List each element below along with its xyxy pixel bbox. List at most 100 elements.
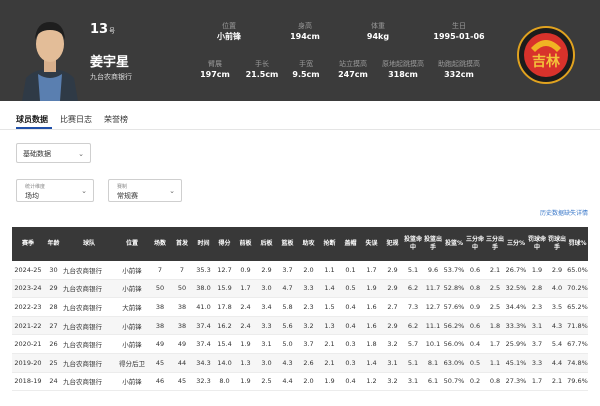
column-header[interactable]: 罚球% — [567, 227, 588, 261]
column-header[interactable]: 投篮% — [443, 227, 465, 261]
column-header[interactable]: 后板 — [256, 227, 277, 261]
column-header[interactable]: 年龄 — [44, 227, 63, 261]
column-header[interactable]: 投篮出手 — [423, 227, 443, 261]
table-cell: 33.3% — [505, 316, 527, 336]
season-type-select[interactable]: 赛制 常规赛 ⌄ — [108, 179, 182, 202]
table-cell: 4.4 — [547, 353, 567, 373]
chevron-down-icon: ⌄ — [169, 187, 175, 195]
column-header[interactable]: 犯规 — [382, 227, 403, 261]
tab-game-log[interactable]: 比赛日志 — [60, 114, 92, 125]
column-header[interactable]: 投篮命中 — [403, 227, 423, 261]
table-cell: 1.1 — [485, 353, 505, 373]
table-row: 2022-23 28 九台农商银行 大前锋 38 38 41.0 17.8 2.4 3.4 5.8 2… — [12, 297, 588, 317]
column-header[interactable]: 三分% — [505, 227, 527, 261]
column-header[interactable]: 场数 — [149, 227, 171, 261]
table-cell: 2.4 — [235, 316, 256, 336]
table-cell: 3.2 — [382, 372, 403, 392]
table-cell: 5.4 — [547, 334, 567, 354]
table-cell: 小前锋 — [115, 279, 149, 299]
column-header[interactable]: 抢断 — [319, 227, 340, 261]
column-header[interactable]: 赛季 — [12, 227, 44, 261]
table-row: 2020-21 26 九台农商银行 小前锋 49 49 37.4 15.4 1.9 3.1 5.0 3… — [12, 334, 588, 354]
table-cell: 14.0 — [214, 353, 235, 373]
table-cell: 38 — [149, 316, 171, 336]
table-cell: 6.1 — [423, 372, 443, 392]
table-cell: 50.7% — [443, 372, 465, 392]
column-header[interactable]: 得分 — [214, 227, 235, 261]
column-header[interactable]: 罚球出手 — [547, 227, 567, 261]
table-cell: 5.7 — [403, 334, 423, 354]
table-cell: 38 — [171, 297, 193, 317]
table-cell: 26 — [44, 334, 63, 354]
table-cell: 1.6 — [361, 316, 382, 336]
column-header[interactable]: 罚球命中 — [527, 227, 547, 261]
table-cell: 2023-24 — [12, 279, 44, 299]
column-header[interactable]: 位置 — [115, 227, 149, 261]
table-cell: 4.7 — [277, 279, 298, 299]
table-cell: 3.0 — [256, 353, 277, 373]
table-cell: 1.8 — [361, 334, 382, 354]
table-cell: 4.0 — [547, 279, 567, 299]
table-cell: 0.6 — [465, 261, 485, 280]
table-cell: 24 — [44, 372, 63, 392]
table-cell: 65.0% — [567, 261, 588, 280]
table-cell: 0.6 — [465, 316, 485, 336]
table-cell: 2.3 — [527, 297, 547, 317]
table-cell: 1.4 — [319, 279, 340, 299]
table-cell: 35.3 — [193, 261, 214, 280]
table-cell: 1.1 — [319, 261, 340, 280]
table-cell: 30 — [44, 261, 63, 280]
table-cell: 8.0 — [214, 372, 235, 392]
player-team: 九台农商银行 — [90, 73, 132, 81]
column-header[interactable]: 前板 — [235, 227, 256, 261]
table-cell: 0.8 — [485, 372, 505, 392]
table-cell: 2.1 — [319, 353, 340, 373]
table-cell: 0.2 — [465, 372, 485, 392]
table-cell: 9.6 — [423, 261, 443, 280]
column-header[interactable]: 失误 — [361, 227, 382, 261]
table-cell: 57.6% — [443, 297, 465, 317]
table-cell: 3.1 — [403, 372, 423, 392]
column-header[interactable]: 助攻 — [298, 227, 319, 261]
table-cell: 小前锋 — [115, 372, 149, 392]
table-cell: 46 — [149, 372, 171, 392]
table-cell: 5.0 — [277, 334, 298, 354]
column-header[interactable]: 三分出手 — [485, 227, 505, 261]
table-cell: 2.5 — [256, 372, 277, 392]
table-cell: 小前锋 — [115, 261, 149, 280]
table-cell: 0.4 — [340, 372, 361, 392]
table-cell: 3.7 — [298, 334, 319, 354]
table-cell: 2.9 — [256, 261, 277, 280]
table-cell: 74.8% — [567, 353, 588, 373]
table-cell: 7 — [149, 261, 171, 280]
chevron-down-icon: ⌄ — [81, 187, 87, 195]
table-cell: 3.1 — [382, 353, 403, 373]
column-header[interactable]: 首发 — [171, 227, 193, 261]
table-cell: 2.4 — [235, 297, 256, 317]
table-cell: 小前锋 — [115, 316, 149, 336]
column-header[interactable]: 篮板 — [277, 227, 298, 261]
history-missing-link[interactable]: 历史数据缺失详情 — [540, 208, 588, 217]
table-cell: 0.4 — [340, 316, 361, 336]
table-cell: 1.9 — [361, 279, 382, 299]
table-cell: 2019-20 — [12, 353, 44, 373]
column-header[interactable]: 时间 — [193, 227, 214, 261]
stat-dimension-select[interactable]: 统计维度 场均 ⌄ — [16, 179, 94, 202]
table-cell: 63.0% — [443, 353, 465, 373]
tab-player-stats[interactable]: 球员数据 — [16, 114, 48, 125]
table-cell: 3.2 — [298, 316, 319, 336]
column-header[interactable]: 盖帽 — [340, 227, 361, 261]
table-cell: 44 — [171, 353, 193, 373]
table-cell: 九台农商银行 — [63, 297, 115, 317]
table-cell: 34.4% — [505, 297, 527, 317]
chevron-down-icon: ⌄ — [78, 150, 84, 158]
table-cell: 70.2% — [567, 279, 588, 299]
table-cell: 27.3% — [505, 372, 527, 392]
table-cell: 3.1 — [256, 334, 277, 354]
table-cell: 2.7 — [382, 297, 403, 317]
stat-type-select[interactable]: 基础数据 ⌄ — [16, 143, 91, 163]
column-header[interactable]: 三分命中 — [465, 227, 485, 261]
tab-honors[interactable]: 荣誉榜 — [104, 114, 128, 125]
column-header[interactable]: 球队 — [63, 227, 115, 261]
table-cell: 1.7 — [485, 334, 505, 354]
